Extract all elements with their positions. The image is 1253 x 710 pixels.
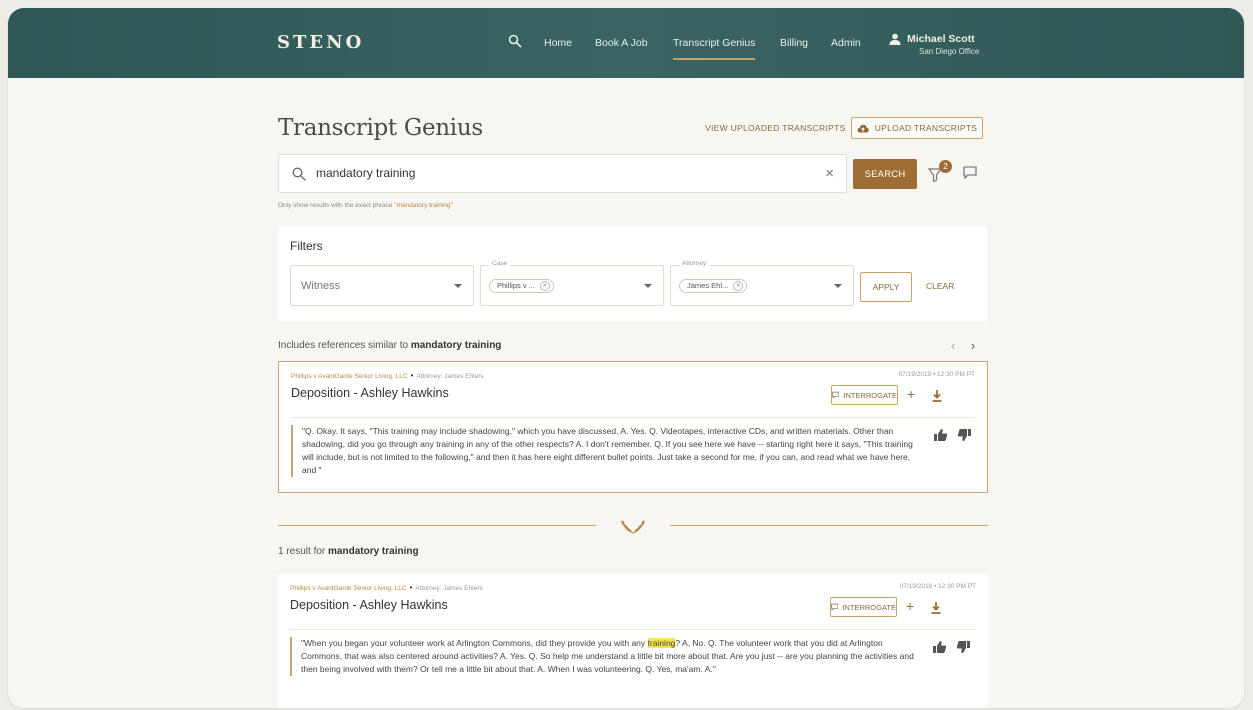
attorney-name: James Ehlers: [444, 373, 484, 380]
upload-transcripts-button[interactable]: UPLOAD TRANSCRIPTS: [851, 117, 983, 139]
card-divider: [291, 417, 975, 418]
thumbs-up-icon[interactable]: [934, 429, 948, 441]
interrogate-button[interactable]: INTERROGATE: [831, 385, 898, 405]
similar-pager: ‹ ›: [943, 338, 983, 353]
witness-select[interactable]: Witness: [290, 265, 474, 306]
interrogate-label: INTERROGATE: [843, 390, 897, 400]
chevron-left-icon[interactable]: ‹: [943, 338, 963, 353]
search-icon: [292, 167, 306, 181]
add-icon[interactable]: +: [906, 598, 914, 614]
section-divider: [278, 516, 988, 536]
thumbs-down-icon[interactable]: [956, 641, 970, 653]
thumbs-up-icon[interactable]: [933, 641, 947, 653]
feedback-icons: [934, 429, 971, 441]
chevron-down-icon: [644, 284, 652, 288]
results-heading: 1 result for mandatory training: [278, 546, 419, 557]
search-button[interactable]: SEARCH: [853, 159, 917, 189]
user-menu[interactable]: Michael Scott San Diego Office: [889, 33, 979, 56]
attorney-select[interactable]: Attorney James Ehl... ✕: [670, 260, 854, 306]
case-legend: Case: [489, 260, 511, 267]
chat-icon: [832, 391, 840, 399]
exact-phrase-toggle[interactable]: Only show results with the exact phrase …: [278, 202, 453, 209]
similar-references-heading: Includes references similar to mandatory…: [278, 340, 501, 351]
remove-chip-icon[interactable]: ✕: [539, 281, 550, 291]
chat-icon[interactable]: [963, 166, 977, 179]
clear-filters-button[interactable]: CLEAR: [926, 281, 954, 291]
add-icon[interactable]: +: [907, 386, 915, 402]
upload-transcripts-label: UPLOAD TRANSCRIPTS: [874, 123, 978, 133]
similar-prefix: Includes references similar to: [278, 340, 409, 351]
search-result-card[interactable]: Phillips v AvantGarde Senior Living, LLC…: [278, 574, 988, 708]
search-box: ×: [278, 154, 847, 193]
exact-phrase-prefix: Only show results with the exact phrase: [278, 202, 393, 209]
interrogate-button[interactable]: INTERROGATE: [830, 597, 897, 617]
chevron-down-icon: [834, 284, 842, 288]
results-term: mandatory training: [328, 546, 419, 557]
laurel-ornament-icon: [621, 520, 645, 534]
interrogate-label: INTERROGATE: [842, 602, 896, 612]
feedback-icons: [933, 641, 970, 653]
similar-term: mandatory training: [410, 340, 502, 351]
apply-filters-button[interactable]: APPLY: [860, 272, 912, 302]
nav-item-admin[interactable]: Admin: [831, 37, 861, 49]
similar-result-card[interactable]: Phillips v AvantGarde Senior Living, LLC…: [278, 361, 988, 493]
case-select[interactable]: Case Phillips v ... ✕: [480, 260, 664, 306]
download-icon[interactable]: [930, 601, 942, 615]
witness-placeholder: Witness: [301, 280, 341, 292]
transcript-excerpt: "When you began your volunteer work at A…: [290, 637, 920, 676]
search-icon[interactable]: [508, 34, 522, 48]
card-title[interactable]: Deposition - Ashley Hawkins: [290, 598, 448, 612]
nav-item-billing[interactable]: Billing: [780, 37, 808, 49]
attorney-chip-label: James Ehl...: [687, 281, 729, 290]
chat-icon: [831, 603, 839, 611]
transcript-excerpt: "Q. Okay. It says, "This training may in…: [291, 425, 921, 477]
case-chip[interactable]: Phillips v ... ✕: [489, 279, 554, 293]
nav-item-transcript-genius[interactable]: Transcript Genius: [673, 37, 756, 60]
chevron-down-icon: [454, 284, 462, 288]
exact-phrase-term: "mandatory training": [394, 202, 453, 209]
attorney-label: Attorney:: [415, 585, 442, 592]
card-meta: Phillips v AvantGarde Senior Living, LLC…: [290, 583, 483, 592]
card-meta: Phillips v AvantGarde Senior Living, LLC…: [291, 371, 484, 380]
top-navigation-bar: STENO Home Book A Job Transcript Genius …: [8, 8, 1244, 78]
steno-logo[interactable]: STENO: [277, 32, 364, 53]
card-divider: [290, 629, 976, 630]
attorney-chip[interactable]: James Ehl... ✕: [679, 279, 748, 293]
user-office: San Diego Office: [919, 47, 980, 56]
nav-item-home[interactable]: Home: [544, 37, 572, 49]
nav-item-book-a-job[interactable]: Book A Job: [595, 37, 648, 49]
highlighted-term: training: [647, 638, 676, 648]
case-chip-label: Phillips v ...: [497, 281, 535, 290]
clear-search-icon[interactable]: ×: [825, 166, 834, 181]
card-title[interactable]: Deposition - Ashley Hawkins: [291, 386, 449, 400]
download-icon[interactable]: [931, 389, 943, 403]
attorney-legend: Attorney: [679, 260, 710, 267]
excerpt-before: "When you began your volunteer work at A…: [301, 638, 648, 648]
user-icon: [889, 33, 901, 45]
remove-chip-icon[interactable]: ✕: [733, 281, 744, 291]
filters-title: Filters: [290, 239, 323, 253]
case-name[interactable]: Phillips v AvantGarde Senior Living, LLC: [290, 585, 407, 592]
case-name[interactable]: Phillips v AvantGarde Senior Living, LLC: [291, 373, 408, 380]
filter-count-badge: 2: [939, 160, 952, 173]
card-date: 07/19/2019 • 12:30 PM PT: [898, 371, 975, 378]
cloud-upload-icon: [857, 124, 869, 132]
search-input[interactable]: [316, 166, 796, 180]
attorney-label: Attorney:: [416, 373, 443, 380]
attorney-name: James Ehlers: [443, 585, 483, 592]
user-name: Michael Scott: [907, 33, 975, 45]
results-prefix: 1 result for: [278, 546, 326, 557]
chevron-right-icon[interactable]: ›: [963, 338, 983, 353]
divider-line-left: [278, 525, 596, 526]
app-frame: STENO Home Book A Job Transcript Genius …: [8, 8, 1244, 708]
page-title: Transcript Genius: [278, 115, 483, 141]
card-date: 07/19/2019 • 12:30 PM PT: [899, 583, 976, 590]
thumbs-down-icon[interactable]: [957, 429, 971, 441]
divider-line-right: [670, 525, 988, 526]
view-uploaded-transcripts-link[interactable]: VIEW UPLOADED TRANSCRIPTS: [705, 123, 846, 133]
